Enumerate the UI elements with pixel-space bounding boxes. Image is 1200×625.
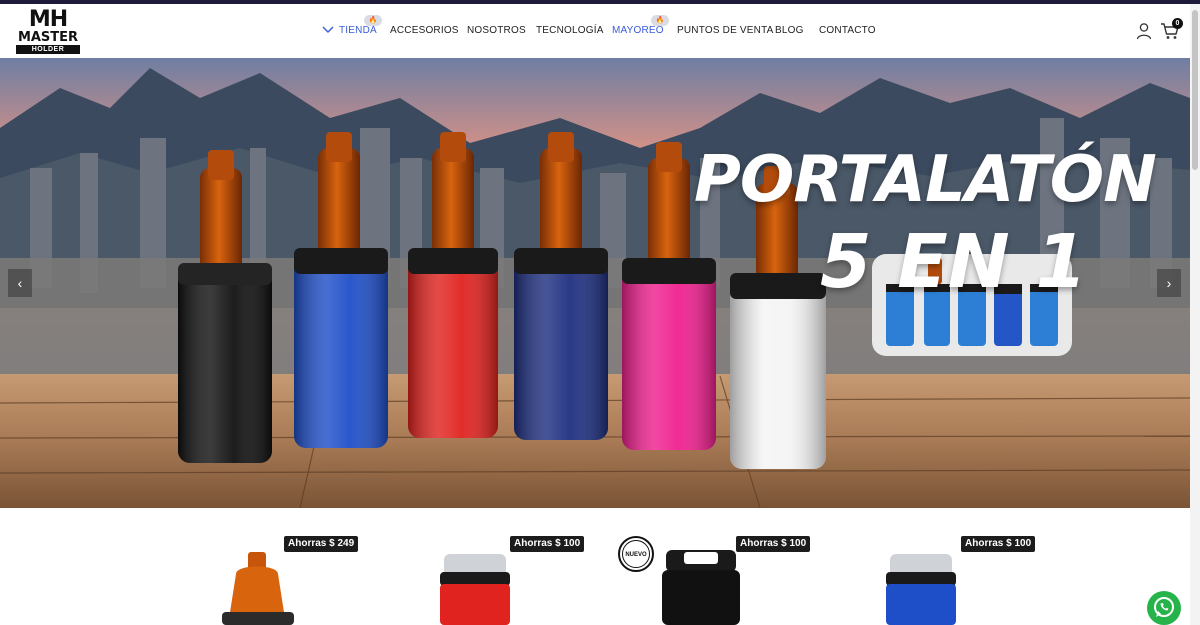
page-scrollbar[interactable] — [1190, 4, 1200, 625]
discount-badge: Ahorras $ 100 — [510, 536, 585, 552]
scrollbar-thumb[interactable] — [1192, 10, 1198, 170]
main-navigation: 🔥 TIENDA ACCESORIOS NOSOTROS TECNOLOGÍA … — [0, 4, 1200, 58]
nav-item-accesorios[interactable]: ACCESORIOS — [390, 24, 459, 38]
product-image-1 — [222, 552, 294, 625]
nav-item-puntos-de-venta[interactable]: PUNTOS DE VENTA — [677, 24, 774, 38]
hero-title-line2: 5 EN 1 — [820, 219, 1087, 305]
chevron-right-icon: › — [1166, 275, 1172, 291]
product-image-4 — [886, 554, 956, 625]
product-grid: Ahorras $ 249 Ahorras $ 100 Ahorras $ 10… — [0, 508, 1190, 625]
whatsapp-button[interactable] — [1147, 591, 1181, 625]
cart-count-badge: 0 — [1172, 18, 1183, 29]
new-badge: NUEVO — [618, 536, 654, 572]
nav-item-blog[interactable]: BLOG — [775, 24, 804, 38]
nav-item-tecnologia[interactable]: TECNOLOGÍA — [536, 24, 604, 38]
new-badge-label: NUEVO — [622, 540, 650, 568]
nav-item-tienda[interactable]: TIENDA — [339, 24, 377, 38]
nav-item-contacto[interactable]: CONTACTO — [819, 24, 876, 38]
product-images — [222, 550, 956, 625]
product-image-3 — [662, 550, 740, 625]
slider-next-button[interactable]: › — [1157, 269, 1181, 297]
nav-item-mayoreo[interactable]: MAYOREO — [612, 24, 664, 38]
slider-prev-button[interactable]: ‹ — [8, 269, 32, 297]
chevron-down-icon — [322, 26, 334, 33]
product-image-2 — [440, 554, 510, 625]
discount-badge: Ahorras $ 100 — [736, 536, 811, 552]
hero-title-line1: PORTALATÓN — [694, 143, 1157, 217]
discount-badge: Ahorras $ 100 — [961, 536, 1036, 552]
chevron-left-icon: ‹ — [17, 275, 23, 291]
discount-badge: Ahorras $ 249 — [284, 536, 359, 552]
hero-banner[interactable]: PORTALATÓN 5 EN 1 ‹ › — [0, 58, 1190, 508]
site-header: MH MASTER HOLDER 🔥 TIENDA ACCESORIOS NOS… — [0, 4, 1200, 58]
nav-item-nosotros[interactable]: NOSOTROS — [467, 24, 526, 38]
user-icon[interactable] — [1136, 22, 1152, 40]
whatsapp-icon — [1154, 597, 1174, 617]
